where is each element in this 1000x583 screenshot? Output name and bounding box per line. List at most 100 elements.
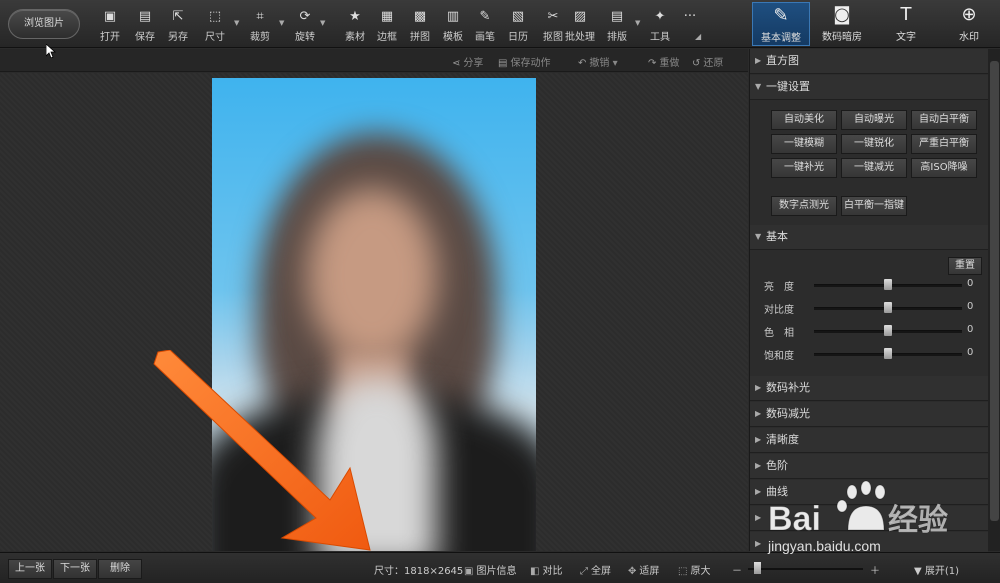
compare-icon: ◧ xyxy=(530,566,540,577)
toolbar-button-batch[interactable]: ▨ 批处理 xyxy=(565,8,595,44)
fullscreen-icon: ⤢ xyxy=(580,566,588,577)
histogram-section[interactable]: ▶ 直方图 xyxy=(750,49,988,74)
compare-button[interactable]: ◧ 对比 xyxy=(530,562,562,577)
toolbar-button-resize[interactable]: ⬚ 尺寸 xyxy=(200,8,230,44)
toolbar-button-wrench[interactable]: ✦ 工具 xyxy=(645,8,675,44)
toolbar-button-label: 另存 xyxy=(168,32,188,43)
one-click-button[interactable]: 自动美化 xyxy=(771,110,837,130)
toolbar-button-brush[interactable]: ✎ 画笔 xyxy=(470,8,500,44)
mode-tab-label: 文字 xyxy=(896,32,916,43)
redo-icon: ↷ xyxy=(648,58,657,69)
rotate-dropdown-arrow[interactable]: ▼ xyxy=(320,19,325,27)
expand-arrow-icon: ▶ xyxy=(755,513,762,522)
mode-tab-text[interactable]: T 文字 xyxy=(877,2,935,46)
mode-tab-basic-adjust[interactable]: ✎ 基本调整 xyxy=(752,2,810,46)
image-info-button[interactable]: ▣ 图片信息 xyxy=(464,562,516,577)
toolbar-button-label: 模板 xyxy=(443,32,463,43)
browse-images-button[interactable]: 浏览图片 xyxy=(8,9,80,39)
cutout-icon: ✂ xyxy=(547,9,559,24)
toolbar-button-label: 素材 xyxy=(345,32,365,43)
collapsed-section[interactable]: ▶ 数码补光 xyxy=(750,376,988,401)
restore-icon: ↺ xyxy=(692,58,701,69)
reset-button[interactable]: 重置 xyxy=(948,257,982,275)
one-click-button[interactable]: 严重白平衡 xyxy=(911,134,977,154)
slider-label: 对比度 xyxy=(764,305,794,316)
watermark-icon: ⊕ xyxy=(961,4,977,25)
panel-scrollbar[interactable] xyxy=(988,49,1000,551)
collapsed-section[interactable]: ▶ xyxy=(750,506,988,531)
redo-button[interactable]: ↷ 重做 xyxy=(648,54,679,69)
resize-dropdown-arrow[interactable]: ▼ xyxy=(234,19,239,27)
toolbar-expand-icon[interactable]: ◢ xyxy=(695,32,701,41)
section-label: 数码减光 xyxy=(766,407,810,420)
slider-knob[interactable] xyxy=(884,302,892,313)
calendar-icon: ▧ xyxy=(511,9,525,24)
scrollbar-thumb[interactable] xyxy=(990,61,999,521)
one-click-button[interactable]: 高ISO降噪 xyxy=(911,158,977,178)
material-icon: ★ xyxy=(349,9,361,24)
toolbar-button-material[interactable]: ★ 素材 xyxy=(340,8,370,44)
toolbar-button-layout[interactable]: ▤ 排版 xyxy=(602,8,632,44)
adjust-panel: ▶ 直方图 ▼ 一键设置 自动美化 自动曝光 自动白平衡一键模糊 一键锐化 严重白平衡一键补… xyxy=(749,49,1000,557)
delete-button[interactable]: 删除 xyxy=(98,559,142,579)
undo-button[interactable]: ↶ 撤销 ▾ xyxy=(578,54,618,69)
zoom-slider-knob[interactable] xyxy=(753,562,761,574)
open-image-icon: ▣ xyxy=(103,9,117,24)
original-size-button[interactable]: ⬚ 原大 xyxy=(678,562,710,577)
metering-button[interactable]: 白平衡一指键 xyxy=(841,196,907,216)
image-info-icon: ▣ xyxy=(464,566,474,577)
share-button[interactable]: ⋖ 分享 xyxy=(452,54,483,69)
toolbar-button-open-image[interactable]: ▣ 打开 xyxy=(95,8,125,44)
expand-filmstrip-button[interactable]: ▼ 展开(1) xyxy=(914,562,959,577)
restore-button[interactable]: ↺ 还原 xyxy=(692,54,723,69)
slider-knob[interactable] xyxy=(884,325,892,336)
zoom-slider[interactable] xyxy=(748,568,863,570)
basic-section[interactable]: ▼ 基本 xyxy=(750,225,988,250)
collapsed-section[interactable]: ▶ 色阶 xyxy=(750,454,988,479)
one-click-button[interactable]: 一键模糊 xyxy=(771,134,837,154)
one-click-button[interactable]: 一键锐化 xyxy=(841,134,907,154)
expand-arrow-icon: ▶ xyxy=(755,435,762,444)
layout-dropdown-arrow[interactable]: ▼ xyxy=(635,19,640,27)
toolbar-button-collage[interactable]: ▩ 拼图 xyxy=(405,8,435,44)
mode-tab-darkroom[interactable]: ◙ 数码暗房 xyxy=(813,2,871,46)
brush-icon: ✎ xyxy=(479,9,491,24)
toolbar-button-border[interactable]: ▦ 边框 xyxy=(372,8,402,44)
mode-tabs: ✎ 基本调整 ◙ 数码暗房 T 文字 ⊕ 水印 xyxy=(750,0,1000,48)
crop-dropdown-arrow[interactable]: ▼ xyxy=(279,19,284,27)
slider-value: 0 xyxy=(967,278,974,289)
collapsed-section[interactable]: ▶ 数码减光 xyxy=(750,402,988,427)
one-click-button[interactable]: 一键补光 xyxy=(771,158,837,178)
save-action-button[interactable]: ▤ 保存动作 xyxy=(498,54,550,69)
toolbar-button-label: 拼图 xyxy=(410,32,430,43)
toolbar-button-rotate[interactable]: ⟳ 旋转 xyxy=(290,8,320,44)
collapsed-section[interactable]: ▶ 清晰度 xyxy=(750,428,988,453)
toolbar-button-template[interactable]: ▥ 模板 xyxy=(438,8,468,44)
slider-row: 色 相 0 xyxy=(764,324,984,339)
slider-knob[interactable] xyxy=(884,279,892,290)
toolbar-button-calendar[interactable]: ▧ 日历 xyxy=(503,8,533,44)
zoom-in-button[interactable]: ＋ xyxy=(870,562,880,577)
one-click-button[interactable]: 自动白平衡 xyxy=(911,110,977,130)
image-canvas[interactable] xyxy=(0,73,748,551)
expand-arrow-icon: ▶ xyxy=(755,461,762,470)
collage-icon: ▩ xyxy=(413,9,427,24)
mode-tab-watermark[interactable]: ⊕ 水印 xyxy=(940,2,998,46)
fullscreen-button[interactable]: ⤢ 全屏 xyxy=(580,562,611,577)
one-click-section[interactable]: ▼ 一键设置 xyxy=(750,75,988,100)
zoom-out-button[interactable]: － xyxy=(732,562,742,577)
one-click-button[interactable]: 一键减光 xyxy=(841,158,907,178)
toolbar-button-save[interactable]: ▤ 保存 xyxy=(130,8,160,44)
toolbar-button-cutout[interactable]: ✂ 抠图 xyxy=(538,8,568,44)
fit-screen-button[interactable]: ✥ 适屏 xyxy=(628,562,659,577)
next-image-button[interactable]: 下一张 xyxy=(53,559,97,579)
prev-image-button[interactable]: 上一张 xyxy=(8,559,52,579)
slider-row: 亮 度 0 xyxy=(764,278,984,293)
toolbar-button-crop[interactable]: ⌗ 裁剪 xyxy=(245,8,275,44)
metering-button[interactable]: 数字点测光 xyxy=(771,196,837,216)
one-click-button[interactable]: 自动曝光 xyxy=(841,110,907,130)
toolbar-button-save-as[interactable]: ⇱ 另存 xyxy=(163,8,193,44)
save-icon: ▤ xyxy=(138,9,152,24)
collapsed-section[interactable]: ▶ 曲线 xyxy=(750,480,988,505)
slider-knob[interactable] xyxy=(884,348,892,359)
